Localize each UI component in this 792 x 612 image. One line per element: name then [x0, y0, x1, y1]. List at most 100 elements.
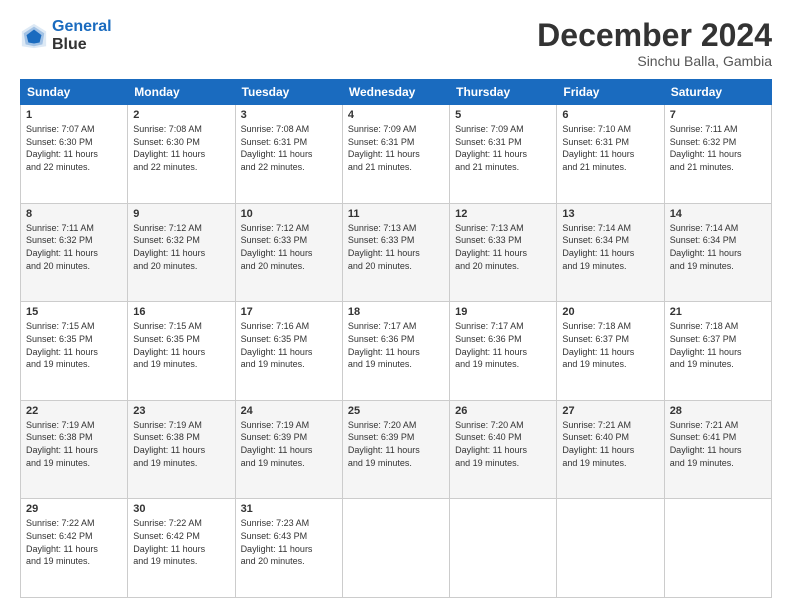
day-number: 18 — [348, 306, 444, 318]
day-info: Sunrise: 7:22 AM Sunset: 6:42 PM Dayligh… — [133, 517, 229, 567]
calendar-cell: 5Sunrise: 7:09 AM Sunset: 6:31 PM Daylig… — [450, 105, 557, 204]
day-number: 25 — [348, 405, 444, 417]
calendar-cell: 14 Sunrise: 7:14 AM Sunset: 6:34 PM Dayli… — [664, 203, 771, 302]
calendar-cell: 1 Sunrise: 7:07 AM Sunset: 6:30 PM Daylig… — [21, 105, 128, 204]
calendar-cell: 9 Sunrise: 7:12 AM Sunset: 6:32 PM Daylig… — [128, 203, 235, 302]
logo-line1: General — [52, 18, 112, 35]
calendar-cell: 4Sunrise: 7:09 AM Sunset: 6:31 PM Daylig… — [342, 105, 449, 204]
day-number: 9 — [133, 208, 229, 220]
calendar-cell: 22 Sunrise: 7:19 AM Sunset: 6:38 PM Dayli… — [21, 400, 128, 499]
logo-text: General Blue — [52, 18, 112, 53]
day-number: 13 — [562, 208, 658, 220]
calendar-cell: 24Sunrise: 7:19 AM Sunset: 6:39 PM Dayli… — [235, 400, 342, 499]
day-info: Sunrise: 7:11 AM Sunset: 6:32 PM Dayligh… — [670, 123, 766, 173]
calendar-week-3: 15 Sunrise: 7:15 AM Sunset: 6:35 PM Dayli… — [21, 302, 772, 401]
calendar-cell: 7 Sunrise: 7:11 AM Sunset: 6:32 PM Daylig… — [664, 105, 771, 204]
calendar-header-saturday: Saturday — [664, 80, 771, 105]
day-number: 7 — [670, 109, 766, 121]
calendar-cell: 15 Sunrise: 7:15 AM Sunset: 6:35 PM Dayli… — [21, 302, 128, 401]
calendar-cell: 26 Sunrise: 7:20 AM Sunset: 6:40 PM Dayli… — [450, 400, 557, 499]
day-number: 22 — [26, 405, 122, 417]
day-number: 8 — [26, 208, 122, 220]
day-number: 12 — [455, 208, 551, 220]
day-number: 26 — [455, 405, 551, 417]
calendar-cell: 12 Sunrise: 7:13 AM Sunset: 6:33 PM Dayli… — [450, 203, 557, 302]
calendar-cell: 19Sunrise: 7:17 AM Sunset: 6:36 PM Dayli… — [450, 302, 557, 401]
day-number: 31 — [241, 503, 337, 515]
day-number: 16 — [133, 306, 229, 318]
calendar-header-monday: Monday — [128, 80, 235, 105]
day-number: 24 — [241, 405, 337, 417]
calendar-cell: 28 Sunrise: 7:21 AM Sunset: 6:41 PM Dayli… — [664, 400, 771, 499]
calendar-cell — [342, 499, 449, 598]
header: General Blue December 2024 Sinchu Balla,… — [20, 18, 772, 69]
calendar-cell: 10Sunrise: 7:12 AM Sunset: 6:33 PM Dayli… — [235, 203, 342, 302]
day-info: Sunrise: 7:20 AM Sunset: 6:40 PM Dayligh… — [455, 419, 551, 469]
day-number: 28 — [670, 405, 766, 417]
logo: General Blue — [20, 18, 112, 53]
calendar-cell: 29 Sunrise: 7:22 AM Sunset: 6:42 PM Dayli… — [21, 499, 128, 598]
calendar-cell: 18 Sunrise: 7:17 AM Sunset: 6:36 PM Dayli… — [342, 302, 449, 401]
day-info: Sunrise: 7:18 AM Sunset: 6:37 PM Dayligh… — [562, 320, 658, 370]
day-info: Sunrise: 7:21 AM Sunset: 6:41 PM Dayligh… — [670, 419, 766, 469]
day-info: Sunrise: 7:11 AM Sunset: 6:32 PM Dayligh… — [26, 222, 122, 272]
day-info: Sunrise: 7:14 AM Sunset: 6:34 PM Dayligh… — [562, 222, 658, 272]
day-info: Sunrise: 7:13 AM Sunset: 6:33 PM Dayligh… — [455, 222, 551, 272]
calendar-week-1: 1 Sunrise: 7:07 AM Sunset: 6:30 PM Daylig… — [21, 105, 772, 204]
day-info: Sunrise: 7:15 AM Sunset: 6:35 PM Dayligh… — [26, 320, 122, 370]
calendar-cell: 21 Sunrise: 7:18 AM Sunset: 6:37 PM Dayli… — [664, 302, 771, 401]
calendar-cell: 25 Sunrise: 7:20 AM Sunset: 6:39 PM Dayli… — [342, 400, 449, 499]
day-info: Sunrise: 7:20 AM Sunset: 6:39 PM Dayligh… — [348, 419, 444, 469]
day-number: 21 — [670, 306, 766, 318]
day-info: Sunrise: 7:15 AM Sunset: 6:35 PM Dayligh… — [133, 320, 229, 370]
calendar-header-row: SundayMondayTuesdayWednesdayThursdayFrid… — [21, 80, 772, 105]
day-info: Sunrise: 7:22 AM Sunset: 6:42 PM Dayligh… — [26, 517, 122, 567]
day-info: Sunrise: 7:17 AM Sunset: 6:36 PM Dayligh… — [455, 320, 551, 370]
day-info: Sunrise: 7:18 AM Sunset: 6:37 PM Dayligh… — [670, 320, 766, 370]
calendar-table: SundayMondayTuesdayWednesdayThursdayFrid… — [20, 79, 772, 598]
calendar-cell: 17 Sunrise: 7:16 AM Sunset: 6:35 PM Dayli… — [235, 302, 342, 401]
title-block: December 2024 Sinchu Balla, Gambia — [537, 18, 772, 69]
logo-line2: Blue — [52, 36, 112, 54]
calendar-cell: 23 Sunrise: 7:19 AM Sunset: 6:38 PM Dayli… — [128, 400, 235, 499]
day-info: Sunrise: 7:19 AM Sunset: 6:38 PM Dayligh… — [26, 419, 122, 469]
day-info: Sunrise: 7:19 AM Sunset: 6:38 PM Dayligh… — [133, 419, 229, 469]
calendar-cell: 3Sunrise: 7:08 AM Sunset: 6:31 PM Daylig… — [235, 105, 342, 204]
day-info: Sunrise: 7:23 AM Sunset: 6:43 PM Dayligh… — [241, 517, 337, 567]
day-info: Sunrise: 7:13 AM Sunset: 6:33 PM Dayligh… — [348, 222, 444, 272]
day-info: Sunrise: 7:09 AM Sunset: 6:31 PM Dayligh… — [455, 123, 551, 173]
calendar-cell: 20 Sunrise: 7:18 AM Sunset: 6:37 PM Dayli… — [557, 302, 664, 401]
logo-icon — [20, 22, 48, 50]
day-info: Sunrise: 7:08 AM Sunset: 6:30 PM Dayligh… — [133, 123, 229, 173]
day-number: 20 — [562, 306, 658, 318]
calendar-cell: 13 Sunrise: 7:14 AM Sunset: 6:34 PM Dayli… — [557, 203, 664, 302]
day-info: Sunrise: 7:12 AM Sunset: 6:32 PM Dayligh… — [133, 222, 229, 272]
calendar-header-sunday: Sunday — [21, 80, 128, 105]
day-number: 10 — [241, 208, 337, 220]
day-number: 23 — [133, 405, 229, 417]
calendar-header-wednesday: Wednesday — [342, 80, 449, 105]
day-number: 27 — [562, 405, 658, 417]
calendar-header-tuesday: Tuesday — [235, 80, 342, 105]
month-title: December 2024 — [537, 18, 772, 53]
calendar-header-thursday: Thursday — [450, 80, 557, 105]
calendar-cell: 27Sunrise: 7:21 AM Sunset: 6:40 PM Dayli… — [557, 400, 664, 499]
day-number: 15 — [26, 306, 122, 318]
day-number: 14 — [670, 208, 766, 220]
day-number: 1 — [26, 109, 122, 121]
day-info: Sunrise: 7:17 AM Sunset: 6:36 PM Dayligh… — [348, 320, 444, 370]
calendar-cell: 31 Sunrise: 7:23 AM Sunset: 6:43 PM Dayli… — [235, 499, 342, 598]
calendar-week-2: 8 Sunrise: 7:11 AM Sunset: 6:32 PM Daylig… — [21, 203, 772, 302]
day-info: Sunrise: 7:16 AM Sunset: 6:35 PM Dayligh… — [241, 320, 337, 370]
day-info: Sunrise: 7:07 AM Sunset: 6:30 PM Dayligh… — [26, 123, 122, 173]
day-info: Sunrise: 7:14 AM Sunset: 6:34 PM Dayligh… — [670, 222, 766, 272]
calendar-cell — [450, 499, 557, 598]
calendar-cell: 2Sunrise: 7:08 AM Sunset: 6:30 PM Daylig… — [128, 105, 235, 204]
day-number: 17 — [241, 306, 337, 318]
day-number: 6 — [562, 109, 658, 121]
day-number: 29 — [26, 503, 122, 515]
day-number: 3 — [241, 109, 337, 121]
calendar-cell: 6 Sunrise: 7:10 AM Sunset: 6:31 PM Daylig… — [557, 105, 664, 204]
calendar-cell — [664, 499, 771, 598]
day-info: Sunrise: 7:10 AM Sunset: 6:31 PM Dayligh… — [562, 123, 658, 173]
